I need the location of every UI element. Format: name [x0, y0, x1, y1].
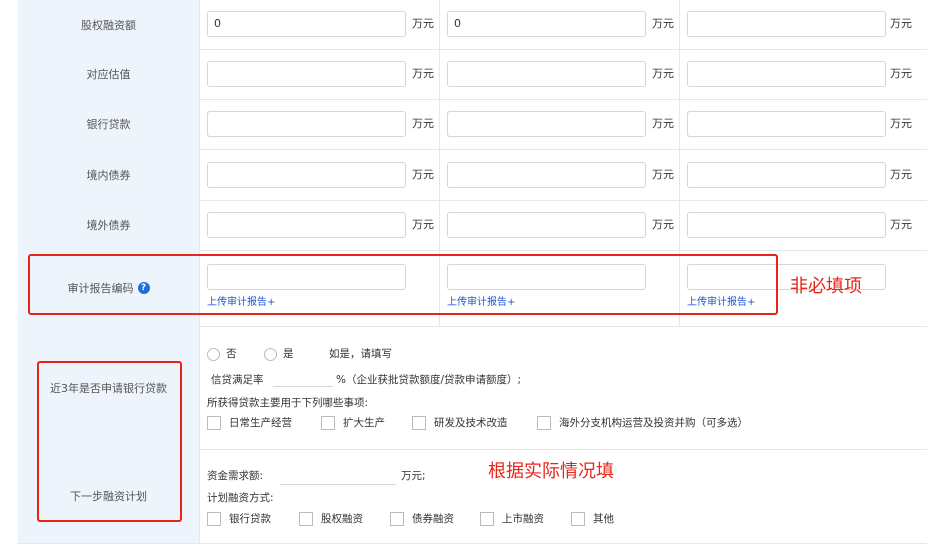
row-label-equity: 股权融资额: [18, 0, 199, 50]
method-option-1[interactable]: 银行贷款: [207, 511, 271, 526]
radio-yes-label: 是: [283, 348, 294, 360]
demand-unit: 万元;: [401, 470, 426, 482]
row-label-valuation: 对应估值: [18, 49, 199, 100]
unit-label: 万元: [890, 168, 912, 181]
method-option-label: 上市融资: [502, 513, 544, 525]
checkbox-icon: [390, 512, 404, 526]
domestic-bond-input-3[interactable]: [687, 162, 886, 188]
bank-loan-input-2[interactable]: [447, 111, 646, 137]
cell: [199, 326, 927, 450]
unit-label: 万元: [412, 67, 434, 80]
checkbox-icon: [480, 512, 494, 526]
credit-rate-note: %（企业获批贷款额度/贷款申请额度）;: [336, 374, 522, 386]
valuation-input-3[interactable]: [687, 61, 886, 87]
usage-option-4[interactable]: 海外分支机构运营及投资并购（可多选）: [537, 415, 748, 430]
usage-option-label: 日常生产经营: [229, 417, 292, 429]
foreign-bond-input-2[interactable]: [447, 212, 646, 238]
bank-loan-input-1[interactable]: [207, 111, 406, 137]
radio-no-label: 否: [226, 348, 237, 360]
unit-label: 万元: [412, 117, 434, 130]
unit-label: 万元: [652, 17, 674, 30]
if-yes-hint: 如是，请填写: [329, 348, 392, 360]
foreign-bond-input-3[interactable]: [687, 212, 886, 238]
usage-option-1[interactable]: 日常生产经营: [207, 415, 292, 430]
domestic-bond-input-2[interactable]: [447, 162, 646, 188]
usage-option-2[interactable]: 扩大生产: [321, 415, 385, 430]
method-option-3[interactable]: 债券融资: [390, 511, 454, 526]
foreign-bond-input-1[interactable]: [207, 212, 406, 238]
unit-label: 万元: [890, 117, 912, 130]
unit-label: 万元: [890, 67, 912, 80]
checkbox-icon: [207, 512, 221, 526]
optional-highlight-box: [28, 254, 778, 315]
usage-option-label: 扩大生产: [343, 417, 385, 429]
usage-option-label: 研发及技术改造: [434, 417, 508, 429]
method-option-label: 银行贷款: [229, 513, 271, 525]
demand-label: 资金需求额:: [207, 470, 264, 482]
usage-option-3[interactable]: 研发及技术改造: [412, 415, 508, 430]
checkbox-icon: [321, 416, 335, 430]
radio-circle-icon: [264, 347, 277, 361]
credit-rate-input[interactable]: [273, 372, 333, 387]
unit-label: 万元: [652, 218, 674, 231]
method-option-label: 其他: [593, 513, 614, 525]
checkbox-icon: [537, 416, 551, 430]
equity-input-3[interactable]: [687, 11, 886, 37]
radio-circle-icon: [207, 347, 220, 361]
row-label-foreign-bond: 境外债券: [18, 200, 199, 251]
method-option-5[interactable]: 其他: [571, 511, 614, 526]
method-option-label: 股权融资: [321, 513, 363, 525]
unit-label: 万元: [652, 67, 674, 80]
row-label-bank-loan: 银行贷款: [18, 99, 199, 150]
unit-label: 万元: [652, 168, 674, 181]
usage-label: 所获得贷款主要用于下列哪些事项:: [207, 397, 369, 409]
method-option-2[interactable]: 股权融资: [299, 511, 363, 526]
valuation-input-1[interactable]: [207, 61, 406, 87]
demand-input[interactable]: [280, 470, 396, 485]
domestic-bond-input-1[interactable]: [207, 162, 406, 188]
radio-yes[interactable]: 是: [264, 346, 294, 361]
unit-label: 万元: [652, 117, 674, 130]
usage-option-label: 海外分支机构运营及投资并购（可多选）: [559, 417, 748, 429]
method-label: 计划融资方式:: [207, 492, 274, 504]
credit-rate-label: 信贷满足率: [211, 374, 264, 386]
valuation-input-2[interactable]: [447, 61, 646, 87]
equity-input-1[interactable]: 0: [207, 11, 406, 37]
fill-actual-highlight-box: [37, 361, 182, 522]
checkbox-icon: [207, 416, 221, 430]
method-option-4[interactable]: 上市融资: [480, 511, 544, 526]
checkbox-icon: [571, 512, 585, 526]
optional-annotation: 非必填项: [790, 276, 862, 297]
unit-label: 万元: [412, 168, 434, 181]
row-label-domestic-bond: 境内债券: [18, 149, 199, 201]
equity-input-2[interactable]: 0: [447, 11, 646, 37]
unit-label: 万元: [412, 218, 434, 231]
fill-actual-annotation: 根据实际情况填: [488, 461, 614, 482]
unit-label: 万元: [890, 218, 912, 231]
bank-loan-input-3[interactable]: [687, 111, 886, 137]
unit-label: 万元: [890, 17, 912, 30]
method-option-label: 债券融资: [412, 513, 454, 525]
checkbox-icon: [412, 416, 426, 430]
unit-label: 万元: [412, 17, 434, 30]
radio-no[interactable]: 否: [207, 346, 237, 361]
checkbox-icon: [299, 512, 313, 526]
